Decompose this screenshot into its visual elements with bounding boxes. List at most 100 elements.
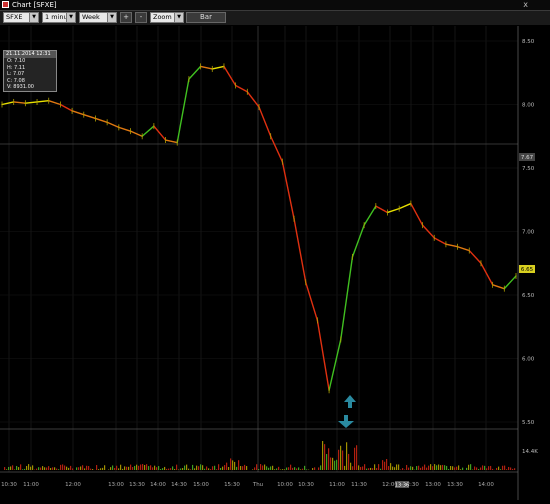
price-segment [212,66,224,69]
volume-bar [120,465,121,470]
volume-bar [266,466,267,470]
volume-bar [474,467,475,470]
volume-bar [134,466,135,470]
volume-bar [488,466,489,470]
time-tick-label: 12:00 [65,482,81,488]
volume-bar [82,465,83,470]
volume-bar [202,465,203,470]
low-value: L: 7.07 [4,71,56,78]
price-segment [201,66,213,69]
volume-bar [384,462,385,470]
volume-bar [126,467,127,470]
volume-bar [268,468,269,470]
volume-bar [224,465,225,470]
volume-bar [68,468,69,470]
price-chart[interactable]: 8.508.007.507.006.506.005.50 10:3011:001… [0,26,550,500]
volume-bar [18,467,19,470]
volume-bar [180,468,181,470]
volume-bar [296,468,297,470]
volume-bar [196,466,197,470]
volume-bar [124,466,125,470]
price-segment [49,101,61,105]
window-title: Chart [SFXE] [12,0,57,10]
chevron-down-icon[interactable]: ▼ [29,13,38,22]
volume-bar [418,466,419,470]
volume-bar [340,446,341,470]
volume-bar [290,465,291,470]
volume-bar [294,467,295,470]
title-bar: Chart [SFXE] x [0,0,550,11]
price-segment [352,225,364,257]
volume-bar [502,466,503,470]
volume-bar [114,468,115,470]
volume-bar [450,466,451,470]
time-tick-label: 14:00 [478,482,494,488]
volume-bar [484,466,485,470]
volume-bar [312,468,313,470]
zoom-in-button[interactable]: + [120,12,132,23]
volume-bar [214,466,215,470]
volume-bar [84,468,85,470]
zoom-out-button[interactable]: - [135,12,147,23]
price-segment [388,209,400,213]
volume-bar [400,469,401,470]
price-segment [306,282,318,320]
price-axis: 8.508.007.507.006.506.005.50 [522,39,535,426]
chart-area[interactable]: 8.508.007.507.006.506.005.50 10:3011:001… [0,26,550,500]
bar-style-button[interactable]: Bar [186,12,226,23]
chevron-down-icon[interactable]: ▼ [66,13,75,22]
price-segment [142,126,154,136]
volume-bar [350,463,351,470]
volume-bar [508,467,509,470]
price-segment [282,162,294,219]
volume-bar [338,450,339,470]
volume-bar [138,466,139,470]
volume-axis-label: 14.4K [522,449,538,455]
price-segment [259,107,271,136]
volume-bar [208,468,209,470]
volume-bar [40,468,41,470]
mode-select[interactable]: Zoom ▼ [150,12,184,23]
volume-bar [26,466,27,470]
volume-bar [246,466,247,470]
volume-bar [54,467,55,470]
close-value: C: 7.08 [4,78,56,85]
volume-bar [6,469,7,470]
volume-bar [476,467,477,470]
chevron-down-icon[interactable]: ▼ [107,13,116,22]
volume-bar [432,466,433,470]
volume-bar [60,465,61,470]
volume-bar [160,469,161,470]
volume-bar [306,469,307,470]
chevron-down-icon[interactable]: ▼ [174,13,183,22]
price-segment [446,244,458,247]
volume-bar [468,465,469,470]
volume-bar [486,468,487,470]
volume-bar [98,469,99,470]
volume-bar [402,468,403,470]
volume-bar [370,468,371,470]
interval-select[interactable]: 1 minute ▼ [42,12,76,23]
volume-bar [90,469,91,470]
volume-bar [88,466,89,470]
volume-bar [424,465,425,470]
volume-bar [398,464,399,470]
range-select[interactable]: Week ▼ [79,12,117,23]
price-segment [364,206,376,225]
volume-bar [374,464,375,470]
mode-value: Zoom [153,13,172,21]
close-icon[interactable]: x [523,0,528,10]
volume-bar [168,469,169,470]
price-tick-label: 5.50 [522,420,535,426]
volume-bar [152,467,153,470]
volume-bar [510,467,511,470]
volume-bar [204,469,205,470]
volume-bar [128,467,129,470]
volume-bar [52,467,53,470]
symbol-select[interactable]: SFXE ▼ [3,12,39,23]
volume-bar [146,464,147,470]
volume-bar [396,464,397,470]
volume-bar [300,469,301,470]
volume-bar [460,469,461,470]
volume-bar [506,469,507,470]
